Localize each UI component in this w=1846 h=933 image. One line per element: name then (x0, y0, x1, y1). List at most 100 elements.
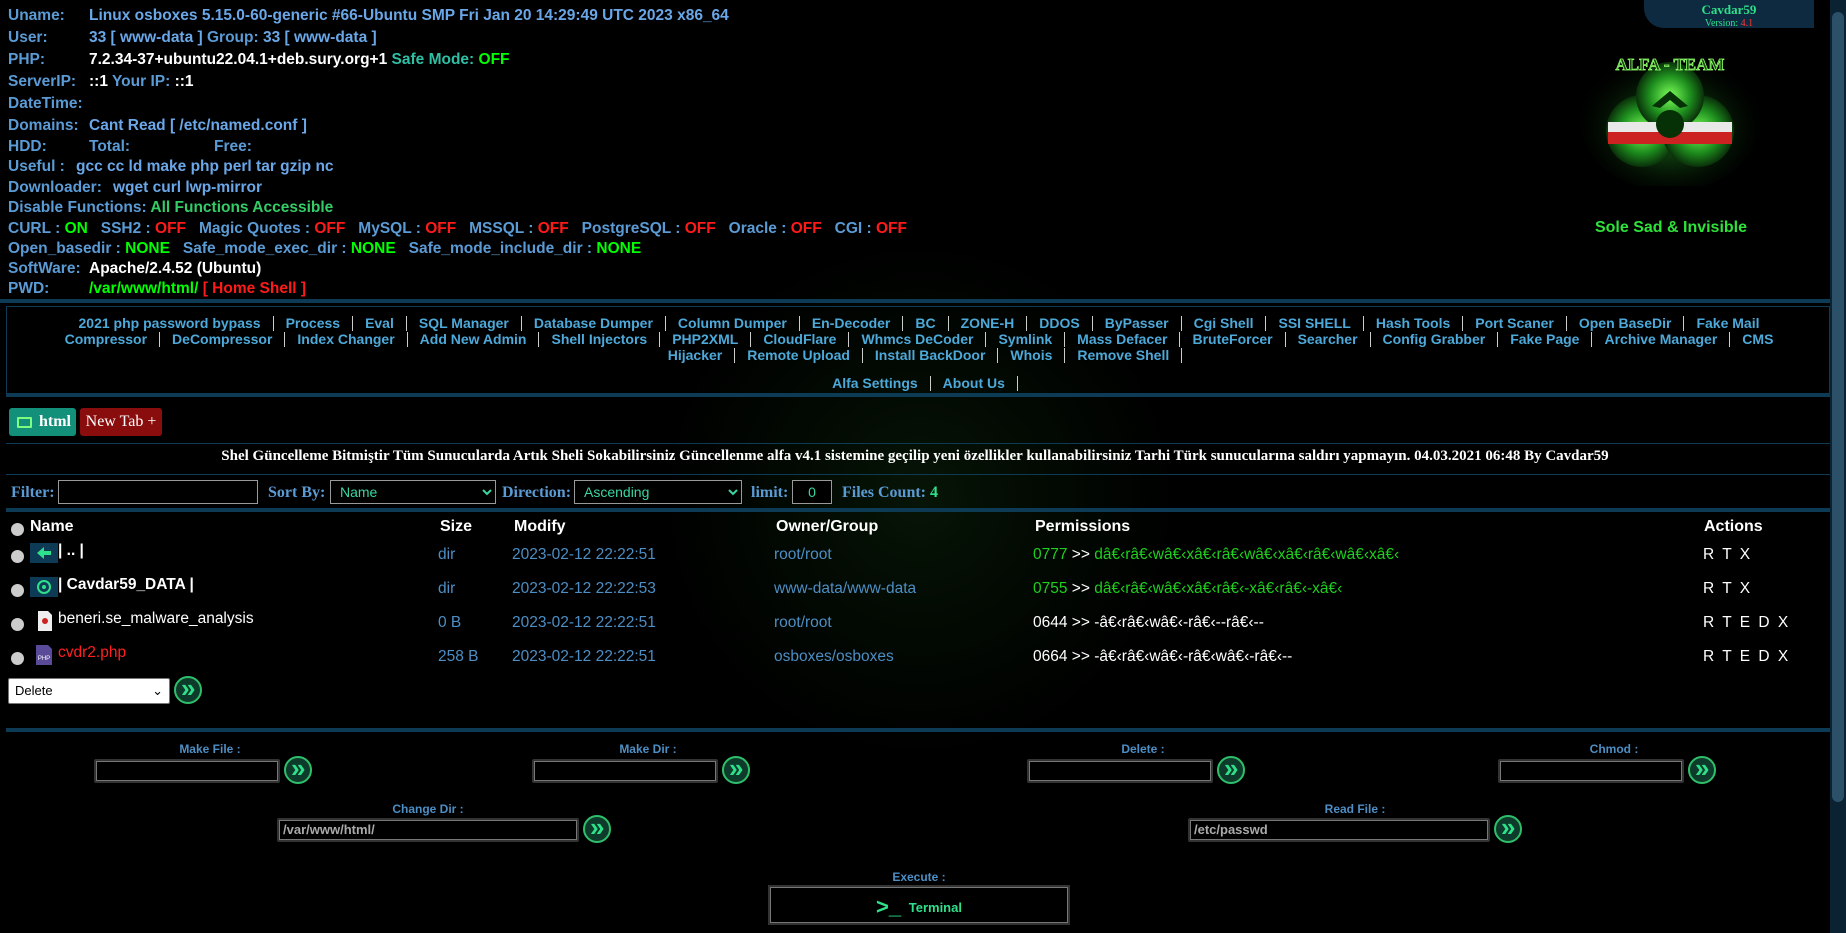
menu-item[interactable]: ByPasser (1093, 316, 1182, 331)
file-modify-date[interactable]: 2023-02-12 22:22:51 (512, 614, 656, 632)
menu-item[interactable]: Shell Injectors (539, 332, 661, 347)
menu-item[interactable]: Hijacker (656, 348, 736, 363)
file-actions[interactable]: R T X (1703, 580, 1752, 598)
menu-item-about-us[interactable]: About Us (931, 376, 1018, 391)
menu-item[interactable]: SQL Manager (407, 316, 522, 331)
read-file-input[interactable]: /etc/passwd (1188, 818, 1490, 842)
make-file-input[interactable] (94, 759, 280, 783)
pwd-path-link[interactable]: /var/www/html/ (89, 280, 198, 297)
serverip-value: ::1 (89, 73, 108, 90)
scrollbar[interactable] (1830, 0, 1846, 933)
file-permissions[interactable]: 0664 >> -â€‹râ€‹wâ€‹-râ€‹wâ€‹-râ€‹-- (1033, 648, 1292, 666)
menu-item[interactable]: CMS (1730, 332, 1785, 347)
svg-text:PHP: PHP (38, 656, 50, 662)
menu-item[interactable]: Process (274, 316, 354, 331)
menu-item[interactable]: Index Changer (285, 332, 408, 347)
file-permissions[interactable]: 0777 >> dâ€‹râ€‹wâ€‹xâ€‹râ€‹wâ€‹xâ€‹râ€‹… (1033, 546, 1399, 564)
sort-by-select[interactable]: Name (330, 480, 496, 504)
menu-item[interactable]: Add New Admin (408, 332, 540, 347)
delete-input[interactable] (1027, 759, 1213, 783)
file-modify-date[interactable]: 2023-02-12 22:22:51 (512, 648, 656, 666)
menu-item[interactable]: Cgi Shell (1182, 316, 1267, 331)
chmod-submit-button[interactable] (1688, 753, 1716, 784)
menu-item[interactable]: Config Grabber (1371, 332, 1499, 347)
file-modify-date[interactable]: 2023-02-12 22:22:51 (512, 546, 656, 564)
menu-item[interactable]: Install BackDoor (863, 348, 999, 363)
menu-item[interactable]: Whmcs DeCoder (849, 332, 987, 347)
menu-item[interactable]: Open BaseDir (1567, 316, 1685, 331)
home-shell-link[interactable]: [ Home Shell ] (203, 280, 306, 297)
menu-item[interactable]: Remote Upload (735, 348, 863, 363)
bulk-action-submit-button[interactable] (174, 673, 202, 704)
make-dir-submit-button[interactable] (722, 753, 750, 784)
filter-label: Filter: (11, 484, 55, 501)
bulk-action-select[interactable]: Delete ⌄ (8, 678, 170, 704)
file-name-link[interactable]: beneri.se_malware_analysis (58, 610, 254, 628)
author-badge: Cavdar59 Version: 4.1 (1644, 0, 1814, 29)
file-permissions[interactable]: 0644 >> -â€‹râ€‹wâ€‹-râ€‹--râ€‹-- (1033, 614, 1264, 632)
file-name-link[interactable]: | Cavdar59_DATA | (58, 576, 194, 594)
menu-item[interactable]: En-Decoder (800, 316, 904, 331)
menu-item[interactable]: Database Dumper (522, 316, 666, 331)
delete-submit-button[interactable] (1217, 753, 1245, 784)
menu-item[interactable]: ZONE-H (949, 316, 1028, 331)
row-select-radio[interactable] (11, 584, 24, 597)
menu-item[interactable]: BruteForcer (1180, 332, 1286, 347)
read-file-submit-button[interactable] (1494, 812, 1522, 843)
menu-item[interactable]: Fake Mail (1684, 316, 1771, 331)
menu-item[interactable]: Column Dumper (666, 316, 800, 331)
menu-item[interactable]: Remove Shell (1065, 348, 1183, 363)
direction-select[interactable]: Ascending (574, 480, 742, 504)
column-header-owner[interactable]: Owner/Group (776, 518, 878, 536)
column-header-name[interactable]: Name (30, 518, 74, 536)
menu-item[interactable]: Mass Defacer (1065, 332, 1181, 347)
feature-cgi-label: CGI : (834, 220, 872, 237)
row-select-radio[interactable] (11, 550, 24, 563)
row-select-radio[interactable] (11, 652, 24, 665)
menu-item[interactable]: CloudFlare (751, 332, 850, 347)
file-actions[interactable]: R T X (1703, 546, 1752, 564)
file-name-link[interactable]: | .. | (58, 542, 84, 560)
file-actions[interactable]: R T E D X (1703, 648, 1790, 666)
menu-item[interactable]: Port Scaner (1463, 316, 1567, 331)
chmod-input[interactable] (1498, 759, 1684, 783)
menu-item[interactable]: BC (903, 316, 949, 331)
column-header-size[interactable]: Size (440, 518, 472, 536)
file-permissions[interactable]: 0755 >> dâ€‹râ€‹wâ€‹xâ€‹râ€‹-xâ€‹râ€‹-xâ… (1033, 580, 1342, 598)
change-dir-input[interactable]: /var/www/html/ (277, 818, 579, 842)
feature-mssql-label: MSSQL : (469, 220, 534, 237)
tab-html[interactable]: html (9, 408, 76, 436)
change-dir-submit-button[interactable] (583, 812, 611, 843)
make-file-submit-button[interactable] (284, 753, 312, 784)
menu-item[interactable]: Compressor (53, 332, 161, 347)
menu-item[interactable]: SSI SHELL (1266, 316, 1364, 331)
menu-item[interactable]: 2021 php password bypass (67, 316, 274, 331)
make-dir-input[interactable] (532, 759, 718, 783)
version-value: 4.1 (1740, 18, 1754, 29)
menu-item[interactable]: Symlink (986, 332, 1066, 347)
menu-item[interactable]: PHP2XML (660, 332, 752, 347)
scrollbar-thumb[interactable] (1832, 12, 1844, 802)
column-header-permissions[interactable]: Permissions (1035, 518, 1130, 536)
menu-item[interactable]: DeCompressor (160, 332, 286, 347)
limit-input[interactable] (792, 480, 832, 504)
file-actions[interactable]: R T E D X (1703, 614, 1790, 632)
new-tab-button[interactable]: New Tab + (80, 408, 162, 436)
row-select-radio[interactable] (11, 618, 24, 631)
menu-item-alfa-settings[interactable]: Alfa Settings (820, 376, 931, 391)
menu-item[interactable]: Searcher (1286, 332, 1371, 347)
menu-item[interactable]: Fake Page (1498, 332, 1593, 347)
menu-item[interactable]: Eval (353, 316, 407, 331)
column-header-modify[interactable]: Modify (514, 518, 566, 536)
select-all-radio[interactable] (11, 523, 24, 536)
terminal-button[interactable]: >_ Terminal (768, 885, 1070, 925)
menu-item[interactable]: Hash Tools (1364, 316, 1464, 331)
menu-item[interactable]: Archive Manager (1592, 332, 1731, 347)
file-modify-date[interactable]: 2023-02-12 22:22:53 (512, 580, 656, 598)
menu-item[interactable]: DDOS (1027, 316, 1093, 331)
datetime-row: DateTime: (8, 95, 83, 115)
file-name-link[interactable]: cvdr2.php (58, 644, 126, 662)
filter-input[interactable] (58, 480, 258, 504)
menu-item[interactable]: Whois (998, 348, 1066, 363)
domains-label: Domains: (8, 117, 79, 134)
